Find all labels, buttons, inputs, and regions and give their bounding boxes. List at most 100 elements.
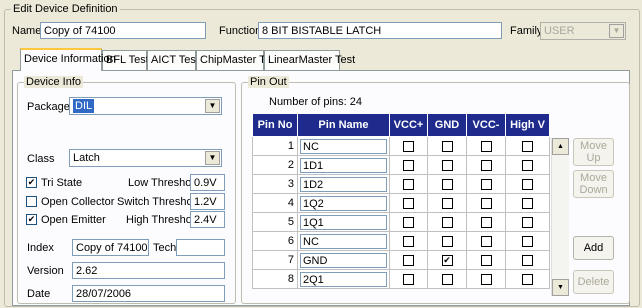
pin-name-field[interactable]: NC [300, 138, 387, 154]
col-gnd[interactable]: GND [427, 113, 467, 137]
vcc-minus-checkbox[interactable] [480, 273, 492, 285]
name-field[interactable]: Copy of 74100 [40, 22, 206, 39]
vcc-minus-checkbox[interactable] [480, 197, 492, 209]
move-down-button[interactable]: Move Down [573, 170, 614, 198]
col-high-v[interactable]: High V [505, 113, 550, 137]
chevron-down-icon: ▼ [205, 99, 220, 113]
high-threshold-field[interactable]: 2.4V [190, 211, 225, 228]
pin-name-field[interactable]: GND [300, 252, 387, 268]
table-row[interactable]: 8 2Q1 [252, 269, 550, 289]
pin-name-field[interactable]: 1D1 [300, 157, 387, 173]
vcc-plus-checkbox[interactable] [403, 178, 414, 190]
vcc-minus-checkbox[interactable] [480, 235, 492, 247]
scroll-down-icon[interactable]: ▼ [552, 279, 569, 296]
pin-number: 8 [252, 269, 298, 289]
pin-count-label: Number of pins: 24 [269, 96, 362, 108]
tab-aict-test[interactable]: AICT Test [147, 50, 199, 70]
vcc-plus-checkbox[interactable] [403, 235, 414, 247]
table-row[interactable]: 5 1Q1 [252, 212, 550, 232]
vcc-plus-checkbox[interactable] [403, 254, 414, 266]
low-threshold-field[interactable]: 0.9V [190, 174, 225, 191]
gnd-checkbox[interactable] [441, 235, 453, 247]
pin-table: Pin No Pin Name VCC+ GND VCC- High V 1 NC… [252, 113, 550, 289]
tri-state-checkbox[interactable]: ✔ [26, 177, 37, 188]
package-dropdown[interactable]: DIL ▼ [69, 97, 222, 115]
tab-device-information[interactable]: Device Information [20, 48, 116, 71]
add-button[interactable]: Add [573, 236, 614, 260]
table-row[interactable]: 4 1Q2 [252, 193, 550, 213]
edit-device-legend: Edit Device Definition [11, 3, 120, 15]
vcc-plus-checkbox[interactable] [403, 197, 414, 209]
pin-table-scrollbar[interactable]: ▲ ▼ [551, 138, 569, 296]
gnd-checkbox[interactable] [441, 273, 453, 285]
high-v-checkbox[interactable] [522, 159, 533, 171]
col-vcc-plus[interactable]: VCC+ [389, 113, 428, 137]
package-label: Package [27, 101, 70, 113]
high-v-checkbox[interactable] [522, 254, 533, 266]
gnd-checkbox[interactable] [441, 140, 453, 152]
vcc-minus-checkbox[interactable] [480, 140, 492, 152]
gnd-checkbox[interactable] [441, 159, 453, 171]
pin-name-field[interactable]: NC [300, 233, 387, 249]
family-dropdown[interactable]: USER ▼ [540, 22, 626, 40]
chevron-down-icon: ▼ [609, 24, 624, 38]
open-collector-label: Open Collector [41, 196, 115, 208]
tab-chipmaster-test[interactable]: ChipMaster Test [196, 50, 279, 70]
tech-field[interactable] [176, 239, 225, 256]
version-label: Version [27, 265, 64, 277]
date-field[interactable]: 28/07/2006 [72, 285, 225, 302]
pin-number: 5 [252, 212, 298, 232]
index-field[interactable]: Copy of 74100 [72, 239, 149, 256]
delete-button[interactable]: Delete [573, 270, 614, 294]
high-v-checkbox[interactable] [522, 197, 533, 209]
chevron-down-icon: ▼ [205, 151, 220, 165]
open-collector-checkbox[interactable] [26, 196, 37, 207]
table-row[interactable]: 6 NC [252, 231, 550, 251]
pin-name-field[interactable]: 1Q2 [300, 195, 387, 211]
col-pin-no[interactable]: Pin No [252, 113, 298, 137]
scroll-up-icon[interactable]: ▲ [552, 138, 569, 155]
table-row[interactable]: 7 GND ✔ [252, 250, 550, 270]
vcc-plus-checkbox[interactable] [403, 273, 414, 285]
move-up-button[interactable]: Move Up [573, 138, 614, 166]
high-v-checkbox[interactable] [522, 178, 533, 190]
pin-name-field[interactable]: 1D2 [300, 176, 387, 192]
open-emitter-checkbox[interactable]: ✔ [26, 214, 37, 225]
switch-threshold-label: Switch Threshold [117, 196, 202, 208]
col-pin-name[interactable]: Pin Name [297, 113, 390, 137]
gnd-checkbox[interactable] [441, 216, 453, 228]
gnd-checkbox[interactable] [441, 178, 453, 190]
col-vcc-minus[interactable]: VCC- [466, 113, 506, 137]
vcc-minus-checkbox[interactable] [480, 178, 492, 190]
high-v-checkbox[interactable] [522, 140, 533, 152]
pin-name-field[interactable]: 1Q1 [300, 214, 387, 230]
high-v-checkbox[interactable] [522, 235, 533, 247]
vcc-plus-checkbox[interactable] [403, 159, 414, 171]
open-emitter-label: Open Emitter [41, 214, 106, 226]
function-field[interactable]: 8 BIT BISTABLE LATCH [258, 22, 502, 39]
version-field[interactable]: 2.62 [72, 262, 225, 279]
gnd-checkbox[interactable]: ✔ [441, 254, 453, 266]
high-v-checkbox[interactable] [522, 216, 533, 228]
vcc-plus-checkbox[interactable] [403, 216, 414, 228]
table-row[interactable]: 2 1D1 [252, 155, 550, 175]
class-dropdown[interactable]: Latch ▼ [69, 149, 222, 167]
pin-number: 1 [252, 136, 298, 156]
switch-threshold-field[interactable]: 1.2V [190, 193, 225, 210]
vcc-minus-checkbox[interactable] [480, 254, 492, 266]
class-value: Latch [73, 152, 100, 164]
tab-linearmaster-test[interactable]: LinearMaster Test [264, 50, 355, 70]
pin-out-legend: Pin Out [248, 76, 289, 88]
pin-name-field[interactable]: 2Q1 [300, 271, 387, 287]
vcc-minus-checkbox[interactable] [480, 216, 492, 228]
table-row[interactable]: 1 NC [252, 136, 550, 156]
gnd-checkbox[interactable] [441, 197, 453, 209]
pin-table-header: Pin No Pin Name VCC+ GND VCC- High V [252, 113, 550, 137]
high-v-checkbox[interactable] [522, 273, 533, 285]
table-row[interactable]: 3 1D2 [252, 174, 550, 194]
tri-state-label: Tri State [41, 177, 83, 189]
pin-number: 7 [252, 250, 298, 270]
vcc-plus-checkbox[interactable] [403, 140, 414, 152]
package-value: DIL [73, 99, 95, 113]
vcc-minus-checkbox[interactable] [480, 159, 492, 171]
